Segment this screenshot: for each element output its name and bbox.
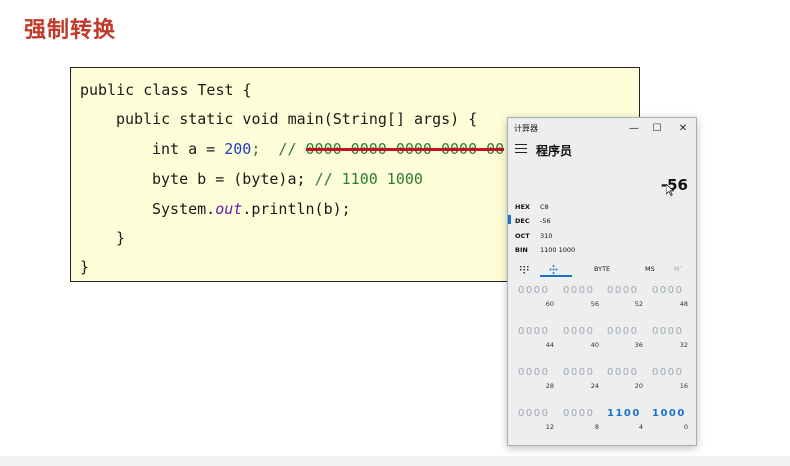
code-line-int: int a = 200; // 0000 0000 0000 0000 00 [152, 140, 504, 158]
bit-nibble[interactable]: 0000 [563, 326, 594, 337]
bit-nibble[interactable]: 0000 [518, 285, 549, 296]
code-out-field: out [215, 200, 243, 218]
bit-position-label: 32 [679, 341, 688, 349]
code-int-decl: int a = [152, 140, 225, 158]
code-close-brace-class: } [80, 258, 90, 276]
bit-position-label: 40 [590, 341, 599, 349]
minimize-button[interactable]: — [625, 121, 643, 137]
bit-row: 0000 0000 0000 0000 44 40 36 32 [508, 326, 696, 356]
bit-position-label: 56 [590, 300, 599, 308]
bit-position-label: 0 [683, 423, 688, 431]
code-struck-binary: 0000 0000 0000 0000 00 [305, 140, 505, 158]
bit-nibble-active[interactable]: 1100 [607, 408, 641, 419]
radix-label: DEC [515, 217, 530, 225]
calculator-window: 计算器 — ☐ ✕ 程序员 -56 HEX C8 DEC -56 OCT 310 BI… [507, 117, 697, 446]
bit-position-label: 28 [545, 382, 554, 390]
radix-selected-indicator [508, 215, 511, 224]
bit-nibble[interactable]: 0000 [652, 367, 683, 378]
slide-title: 强制转换 [24, 18, 117, 43]
bit-position-label: 44 [545, 341, 554, 349]
mouse-cursor-icon [666, 184, 674, 196]
bit-position-label: 20 [634, 382, 643, 390]
code-line-println: System.out.println(b); [152, 200, 351, 218]
bit-row: 0000 0000 0000 0000 28 24 20 16 [508, 367, 696, 397]
bit-nibble[interactable]: 0000 [518, 408, 549, 419]
bit-nibble[interactable]: 0000 [652, 285, 683, 296]
bit-nibble[interactable]: 0000 [563, 408, 594, 419]
bit-position-label: 24 [590, 382, 599, 390]
calculator-titlebar[interactable]: 计算器 — ☐ ✕ [508, 118, 696, 140]
bit-position-label: 16 [679, 382, 688, 390]
calculator-display: -56 [660, 176, 688, 194]
bit-nibble[interactable]: 0000 [518, 367, 549, 378]
bit-position-label: 36 [634, 341, 643, 349]
bit-row: 0000 0000 1100 1000 12 8 4 0 [508, 408, 696, 438]
radix-label: HEX [515, 203, 530, 211]
bit-position-label: 8 [594, 423, 599, 431]
calculator-title: 计算器 [514, 124, 538, 133]
radix-value: 1100 1000 [540, 246, 576, 254]
bit-row: 0000 0000 0000 0000 60 56 52 48 [508, 285, 696, 315]
keypad-tabs: BYTE MS M˅ [508, 263, 696, 279]
bit-position-label: 12 [545, 423, 554, 431]
radix-label: OCT [515, 232, 530, 240]
bit-position-label: 4 [638, 423, 643, 431]
active-tab-underline [540, 275, 572, 277]
tab-memory-list[interactable]: M˅ [674, 265, 683, 273]
bit-nibble-active[interactable]: 1000 [652, 408, 686, 419]
code-println-call: .println(b); [242, 200, 351, 218]
bit-nibble[interactable]: 0000 [652, 326, 683, 337]
bit-position-label: 52 [634, 300, 643, 308]
bit-position-label: 48 [679, 300, 688, 308]
radix-label: BIN [515, 246, 528, 254]
code-line-byte: byte b = (byte)a; // 1100 1000 [152, 170, 423, 188]
code-comment-start: ; // [251, 140, 306, 158]
bit-position-label: 60 [545, 300, 554, 308]
code-byte-comment: // 1100 1000 [314, 170, 423, 188]
tab-word-size[interactable]: BYTE [594, 265, 610, 273]
bit-nibble[interactable]: 0000 [607, 326, 638, 337]
tab-memory-store[interactable]: MS [645, 265, 655, 273]
code-close-brace-method: } [116, 229, 126, 247]
bit-nibble[interactable]: 0000 [607, 367, 638, 378]
code-line-class: public class Test { [80, 81, 252, 99]
radix-value: -56 [540, 217, 551, 225]
hamburger-menu-icon[interactable] [515, 144, 527, 153]
code-byte-cast: byte b = (byte)a; [152, 170, 315, 188]
code-int-literal: 200 [224, 140, 252, 158]
bit-toggle-keypad-icon[interactable] [549, 265, 558, 274]
bit-nibble[interactable]: 0000 [607, 285, 638, 296]
radix-value: 310 [540, 232, 553, 240]
maximize-button[interactable]: ☐ [648, 121, 666, 137]
bit-nibble[interactable]: 0000 [563, 285, 594, 296]
code-line-main: public static void main(String[] args) { [116, 110, 478, 128]
full-keypad-icon[interactable] [520, 266, 529, 274]
bit-nibble[interactable]: 0000 [518, 326, 549, 337]
bottom-strip [0, 456, 790, 466]
calculator-mode-title: 程序员 [536, 144, 573, 158]
bit-nibble[interactable]: 0000 [563, 367, 594, 378]
radix-value: C8 [540, 203, 549, 211]
code-system: System. [152, 200, 216, 218]
close-button[interactable]: ✕ [674, 121, 692, 137]
